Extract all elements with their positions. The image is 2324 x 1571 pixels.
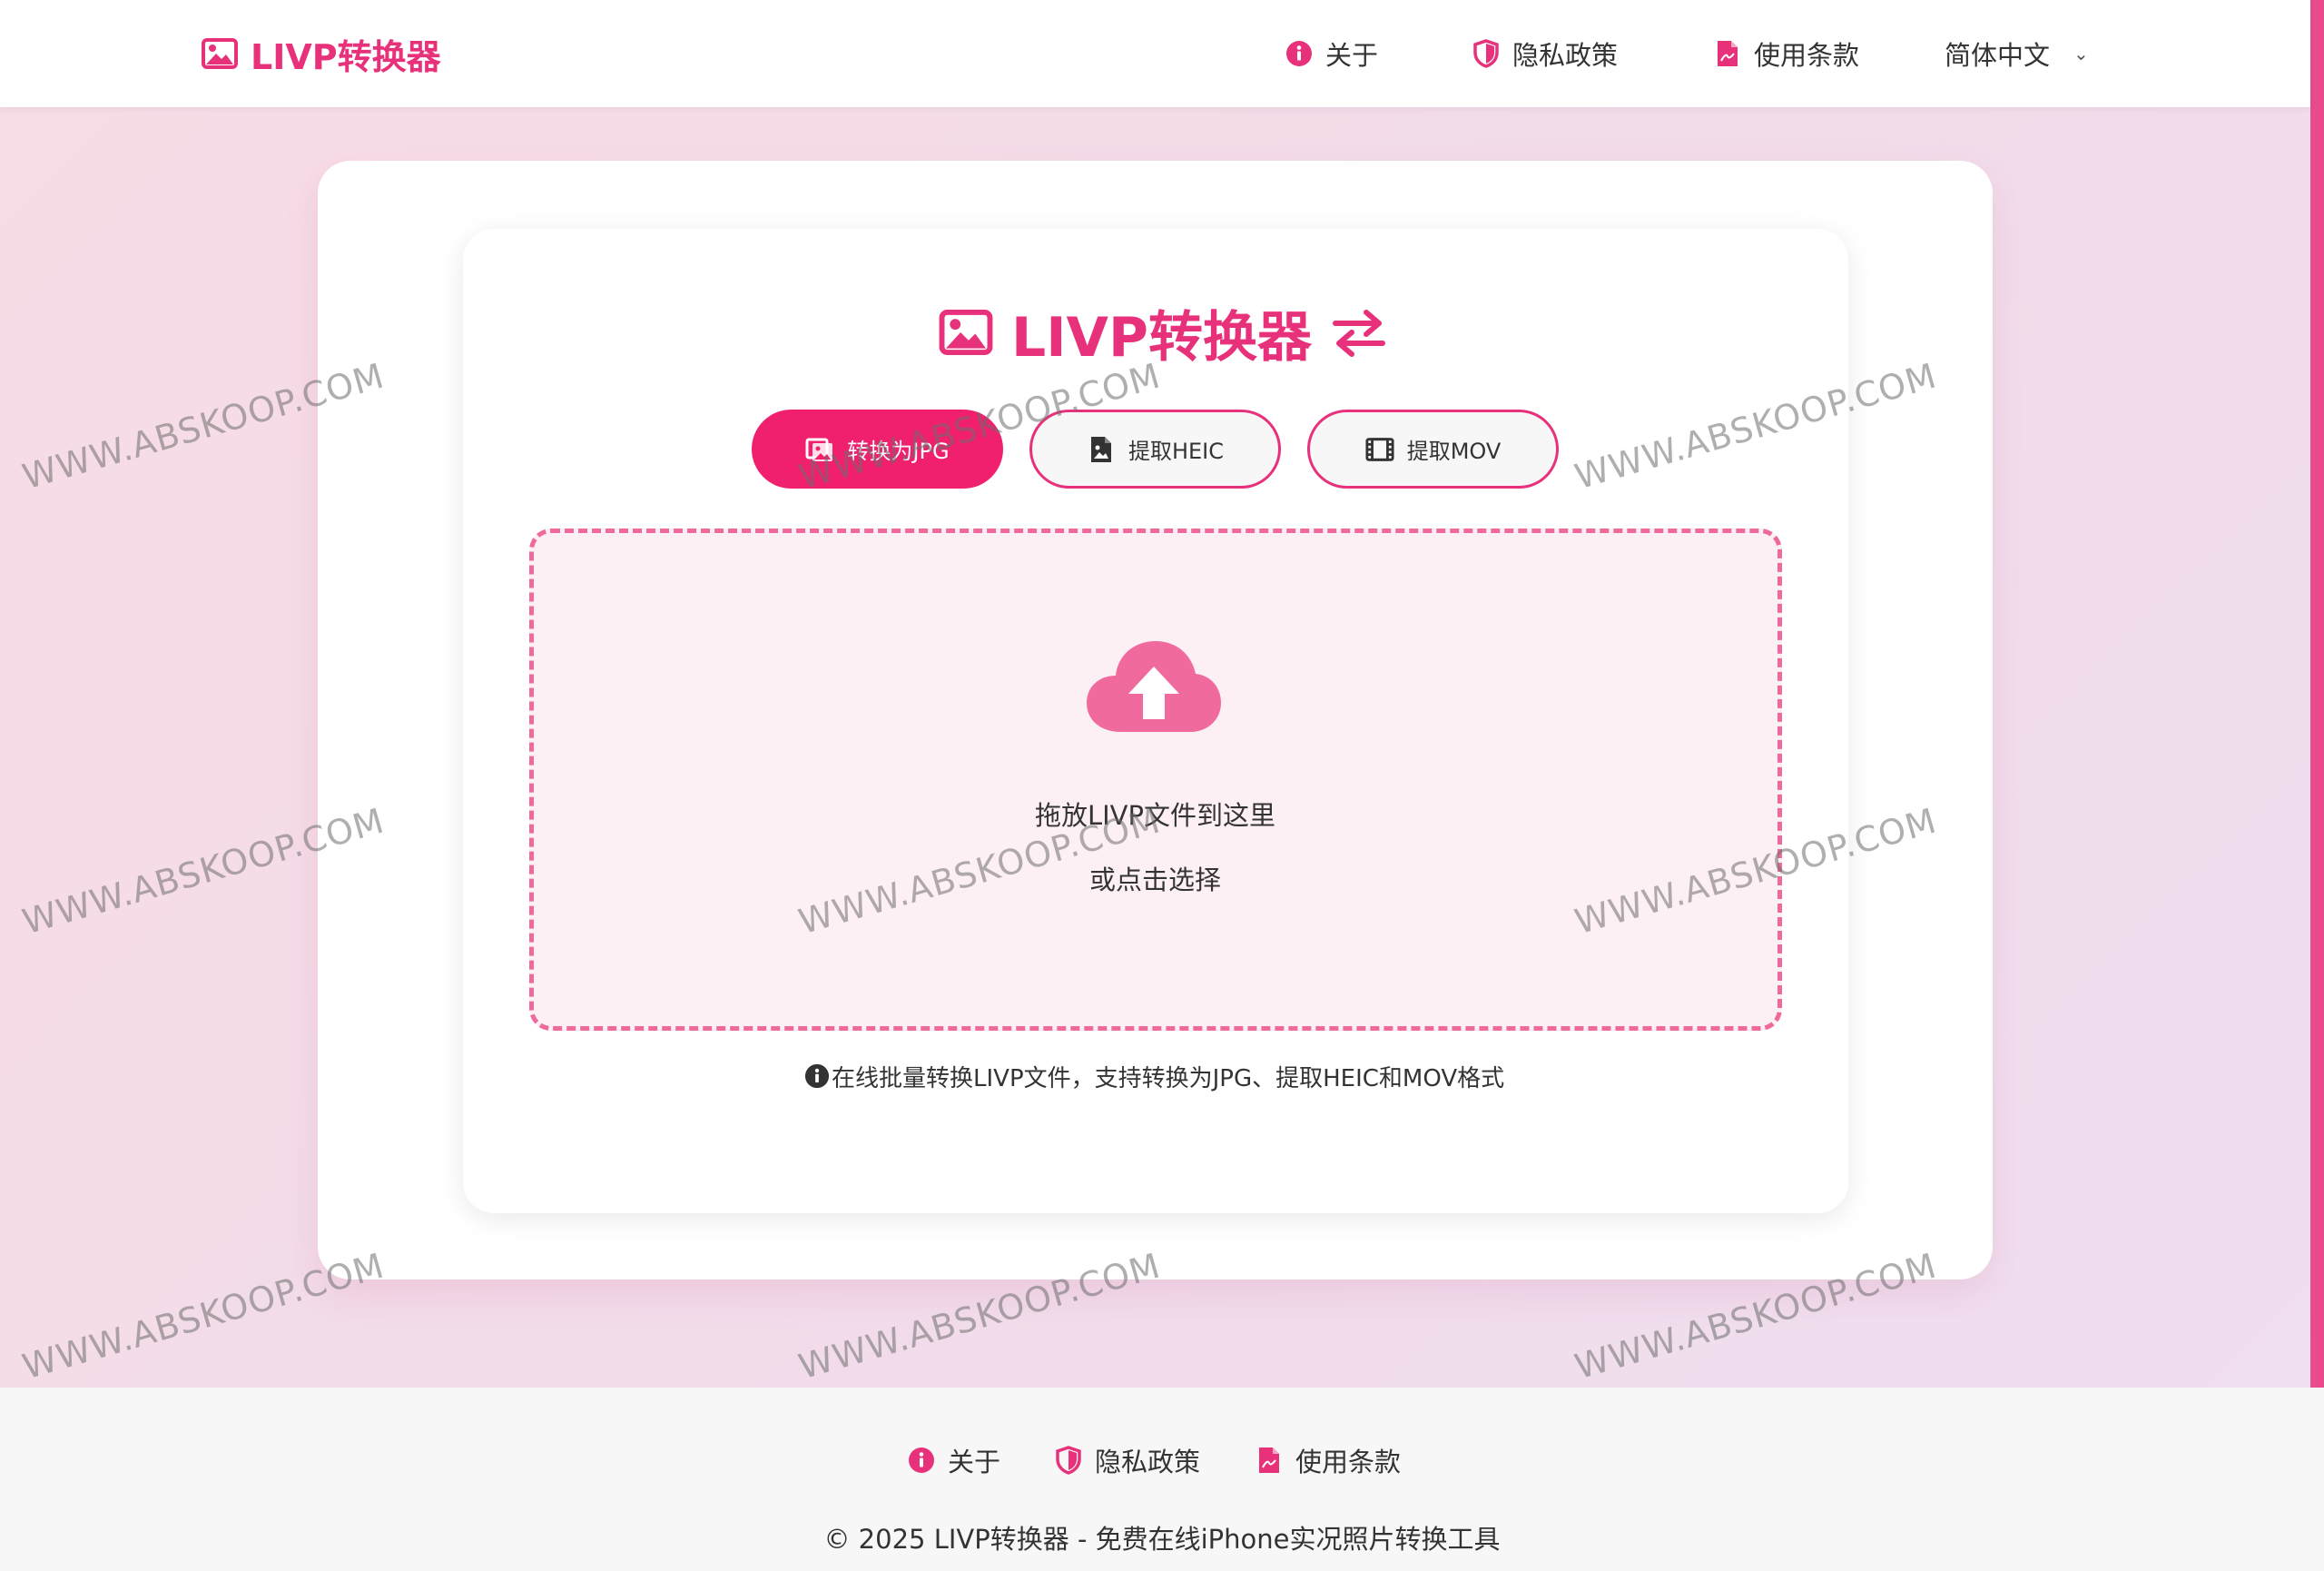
footer-terms-link[interactable]: 使用条款	[1256, 1439, 1401, 1481]
mode-jpg-label: 转换为JPG	[847, 439, 950, 464]
footer-privacy-label: 隐私政策	[1095, 1447, 1201, 1477]
mode-heic-label: 提取HEIC	[1128, 439, 1225, 464]
footer-terms-label: 使用条款	[1295, 1447, 1402, 1477]
mode-mov-label: 提取MOV	[1406, 439, 1502, 464]
brand-name: LIVP转换器	[251, 36, 441, 77]
file-image-icon	[1090, 436, 1111, 462]
images-icon	[805, 438, 833, 461]
copyright-text: © 2025 LIVP转换器 - 免费在线iPhone实况照片转换工具	[823, 1524, 1501, 1555]
shield-icon	[1473, 39, 1499, 68]
page-title: LIVP转换器	[939, 298, 1388, 370]
nav-privacy-label: 隐私政策	[1512, 40, 1619, 71]
footer-privacy-link[interactable]: 隐私政策	[1055, 1439, 1200, 1481]
helper-label: 在线批量转换LIVP文件，支持转换为JPG、提取HEIC和MOV格式	[832, 1064, 1505, 1092]
info-icon	[909, 1447, 934, 1473]
nav-about-label: 关于	[1325, 40, 1379, 71]
swap-arrows-icon	[1332, 310, 1385, 357]
shield-icon	[1056, 1446, 1081, 1475]
nav-terms-link[interactable]: 使用条款	[1714, 31, 1859, 76]
file-dropzone[interactable]	[529, 529, 1782, 1031]
dropzone-subtext: 或点击选择	[1088, 865, 1221, 895]
nav-about-link[interactable]: 关于	[1285, 31, 1378, 76]
helper-text: 在线批量转换LIVP文件，支持转换为JPG、提取HEIC和MOV格式	[804, 1058, 1504, 1094]
document-icon	[1718, 41, 1738, 66]
image-icon	[939, 310, 993, 355]
image-icon	[202, 38, 238, 69]
brand-logo[interactable]: LIVP转换器	[202, 31, 441, 77]
footer-about-label: 关于	[948, 1447, 1001, 1477]
language-label: 简体中文	[1945, 40, 2051, 71]
language-select[interactable]: 简体中文 ⌄	[1945, 31, 2089, 76]
mode-jpg-button[interactable]: 转换为JPG	[752, 410, 1003, 489]
info-icon	[804, 1063, 830, 1089]
page-title-text: LIVP转换器	[1011, 305, 1312, 370]
mode-mov-button[interactable]: 提取MOV	[1307, 410, 1559, 489]
info-icon	[1286, 41, 1312, 66]
document-icon	[1259, 1447, 1279, 1473]
dropzone-instruction: 拖放LIVP文件到这里	[1034, 800, 1276, 831]
footer-about-link[interactable]: 关于	[908, 1439, 1000, 1481]
top-header: LIVP转换器 关于 隐私政策 使用条款 简体中文 ⌄	[0, 0, 2310, 107]
nav-privacy-link[interactable]: 隐私政策	[1472, 31, 1618, 76]
film-icon	[1365, 437, 1394, 461]
scrollbar[interactable]	[2310, 0, 2324, 1388]
mode-heic-button[interactable]: 提取HEIC	[1029, 410, 1281, 489]
nav-terms-label: 使用条款	[1754, 40, 1860, 71]
chevron-down-icon: ⌄	[2073, 43, 2089, 64]
cloud-upload-icon	[1087, 641, 1221, 732]
